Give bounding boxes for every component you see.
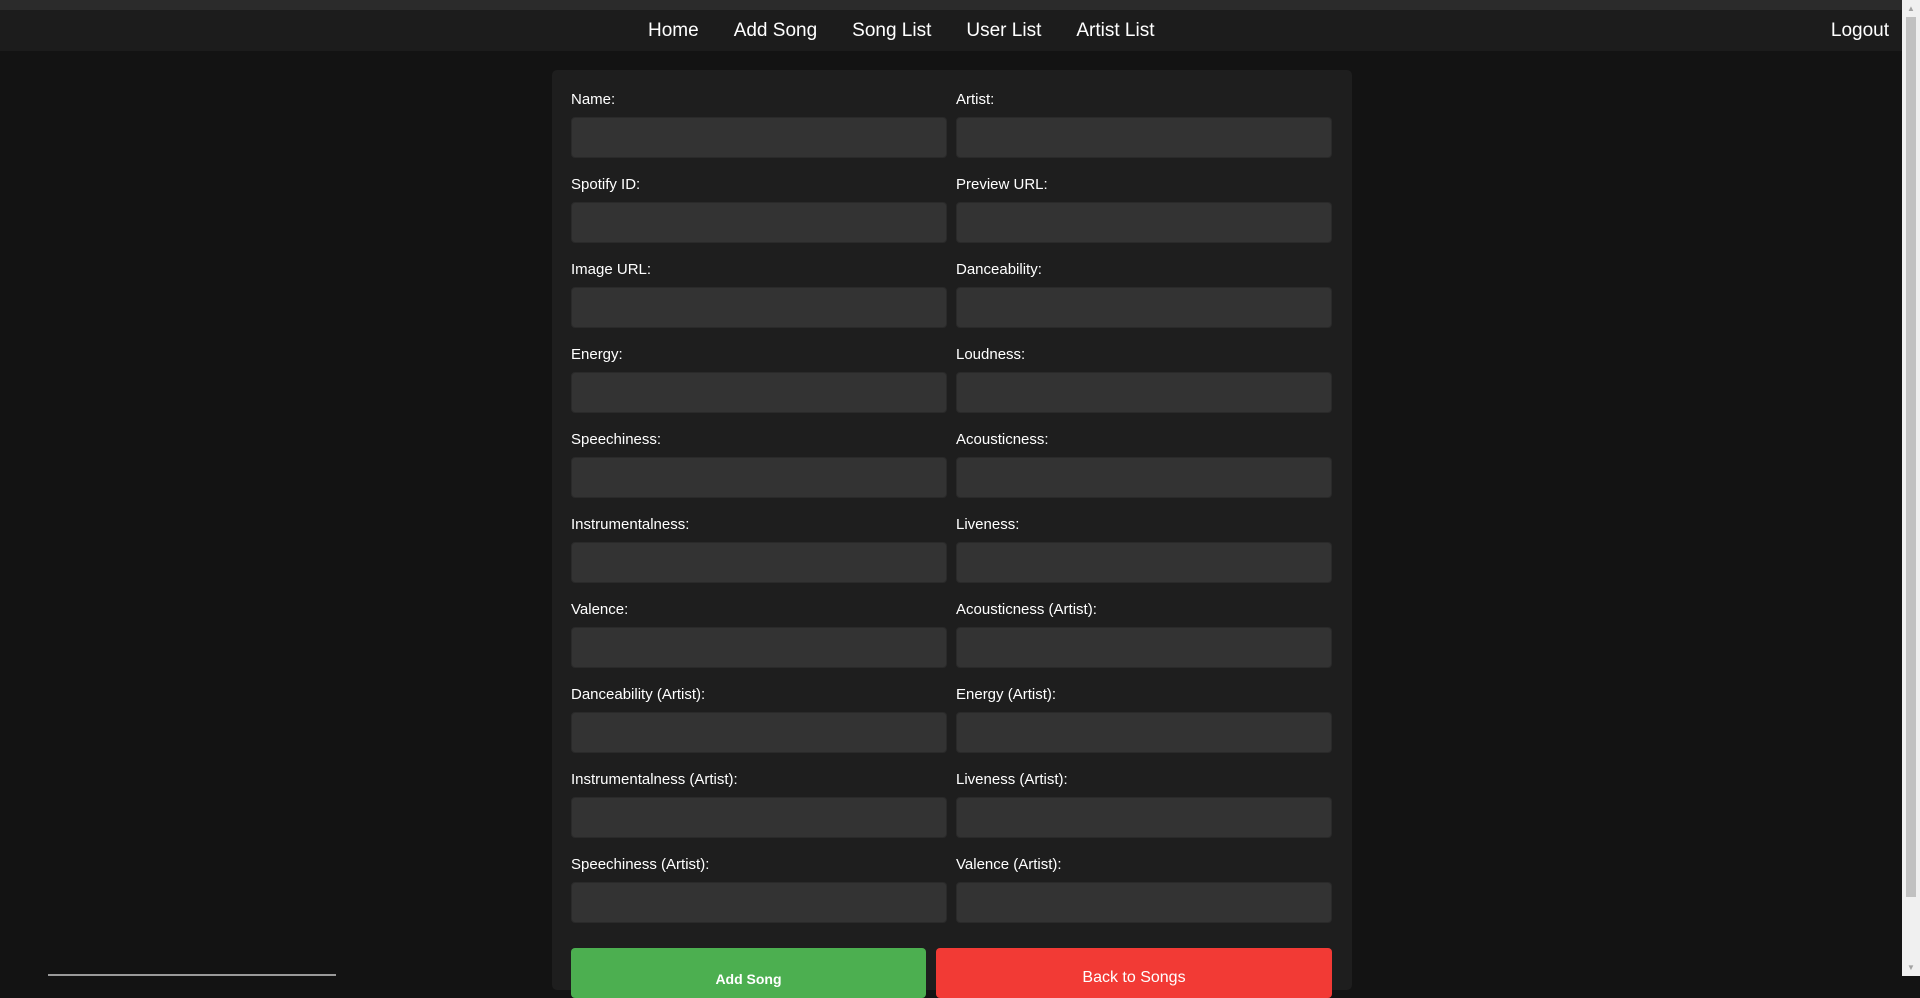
speechiness-input[interactable] — [571, 457, 947, 498]
energy-artist-label: Energy (Artist): — [956, 686, 1057, 703]
energy-input[interactable] — [571, 372, 947, 413]
add-song-form: Name: Artist: Spotify ID: Preview URL: Image… — [552, 70, 1352, 998]
field-speechiness: Speechiness: — [571, 431, 947, 516]
name-input[interactable] — [571, 117, 947, 158]
nav-link-add-song[interactable]: Add Song — [734, 20, 817, 42]
nav-links: Home Add Song Song List User List Artist… — [648, 10, 1154, 51]
spotify-id-input[interactable] — [571, 202, 947, 243]
instrumentalness-label: Instrumentalness: — [571, 516, 690, 533]
speechiness-artist-label: Speechiness (Artist): — [571, 856, 710, 873]
field-energy-artist: Energy (Artist): — [956, 686, 1332, 771]
instrumentalness-artist-label: Instrumentalness (Artist): — [571, 771, 738, 788]
liveness-artist-input[interactable] — [956, 797, 1332, 838]
acousticness-artist-input[interactable] — [956, 627, 1332, 668]
acousticness-artist-label: Acousticness (Artist): — [956, 601, 1097, 618]
spotify-id-label: Spotify ID: — [571, 176, 641, 193]
scroll-up-arrow-icon[interactable]: ▲ — [1902, 0, 1920, 17]
field-acousticness-artist: Acousticness (Artist): — [956, 601, 1332, 686]
navbar: Home Add Song Song List User List Artist… — [0, 10, 1902, 51]
scrollbar-thumb[interactable] — [1906, 17, 1916, 897]
field-name: Name: — [571, 91, 947, 176]
name-label: Name: — [571, 91, 616, 108]
valence-label: Valence: — [571, 601, 629, 618]
danceability-artist-input[interactable] — [571, 712, 947, 753]
image-url-input[interactable] — [571, 287, 947, 328]
danceability-label: Danceability: — [956, 261, 1042, 278]
nav-link-home[interactable]: Home — [648, 20, 699, 42]
field-energy: Energy: — [571, 346, 947, 431]
valence-input[interactable] — [571, 627, 947, 668]
loudness-label: Loudness: — [956, 346, 1026, 363]
liveness-artist-label: Liveness (Artist): — [956, 771, 1068, 788]
liveness-input[interactable] — [956, 542, 1332, 583]
instrumentalness-artist-input[interactable] — [571, 797, 947, 838]
danceability-artist-label: Danceability (Artist): — [571, 686, 706, 703]
valence-artist-input[interactable] — [956, 882, 1332, 923]
acousticness-input[interactable] — [956, 457, 1332, 498]
field-spotify-id: Spotify ID: — [571, 176, 947, 261]
field-acousticness: Acousticness: — [956, 431, 1332, 516]
vertical-scrollbar[interactable]: ▲ ▼ — [1902, 0, 1920, 976]
scroll-down-arrow-icon[interactable]: ▼ — [1902, 959, 1920, 976]
artist-input[interactable] — [956, 117, 1332, 158]
field-liveness-artist: Liveness (Artist): — [956, 771, 1332, 856]
nav-link-user-list[interactable]: User List — [966, 20, 1041, 42]
logout-link[interactable]: Logout — [1831, 10, 1889, 51]
preview-url-input[interactable] — [956, 202, 1332, 243]
field-speechiness-artist: Speechiness (Artist): — [571, 856, 947, 941]
field-artist: Artist: — [956, 91, 1332, 176]
field-loudness: Loudness: — [956, 346, 1332, 431]
field-liveness: Liveness: — [956, 516, 1332, 601]
field-image-url: Image URL: — [571, 261, 947, 346]
back-to-songs-button[interactable]: Back to Songs — [936, 948, 1332, 998]
danceability-input[interactable] — [956, 287, 1332, 328]
field-instrumentalness-artist: Instrumentalness (Artist): — [571, 771, 947, 856]
instrumentalness-input[interactable] — [571, 542, 947, 583]
nav-link-artist-list[interactable]: Artist List — [1076, 20, 1154, 42]
preview-url-label: Preview URL: — [956, 176, 1048, 193]
field-valence-artist: Valence (Artist): — [956, 856, 1332, 941]
energy-label: Energy: — [571, 346, 623, 363]
field-valence: Valence: — [571, 601, 947, 686]
liveness-label: Liveness: — [956, 516, 1020, 533]
acousticness-label: Acousticness: — [956, 431, 1049, 448]
form-fields-grid: Name: Artist: Spotify ID: Preview URL: Image… — [571, 91, 1332, 941]
loudness-input[interactable] — [956, 372, 1332, 413]
field-instrumentalness: Instrumentalness: — [571, 516, 947, 601]
browser-top-strip — [0, 0, 1902, 10]
nav-link-song-list[interactable]: Song List — [852, 20, 931, 42]
add-song-button[interactable]: Add Song — [571, 948, 926, 998]
artist-label: Artist: — [956, 91, 995, 108]
energy-artist-input[interactable] — [956, 712, 1332, 753]
speechiness-label: Speechiness: — [571, 431, 662, 448]
valence-artist-label: Valence (Artist): — [956, 856, 1062, 873]
field-danceability: Danceability: — [956, 261, 1332, 346]
form-actions: Add Song Back to Songs — [571, 948, 1332, 998]
image-url-label: Image URL: — [571, 261, 652, 278]
speechiness-artist-input[interactable] — [571, 882, 947, 923]
field-danceability-artist: Danceability (Artist): — [571, 686, 947, 771]
field-preview-url: Preview URL: — [956, 176, 1332, 261]
